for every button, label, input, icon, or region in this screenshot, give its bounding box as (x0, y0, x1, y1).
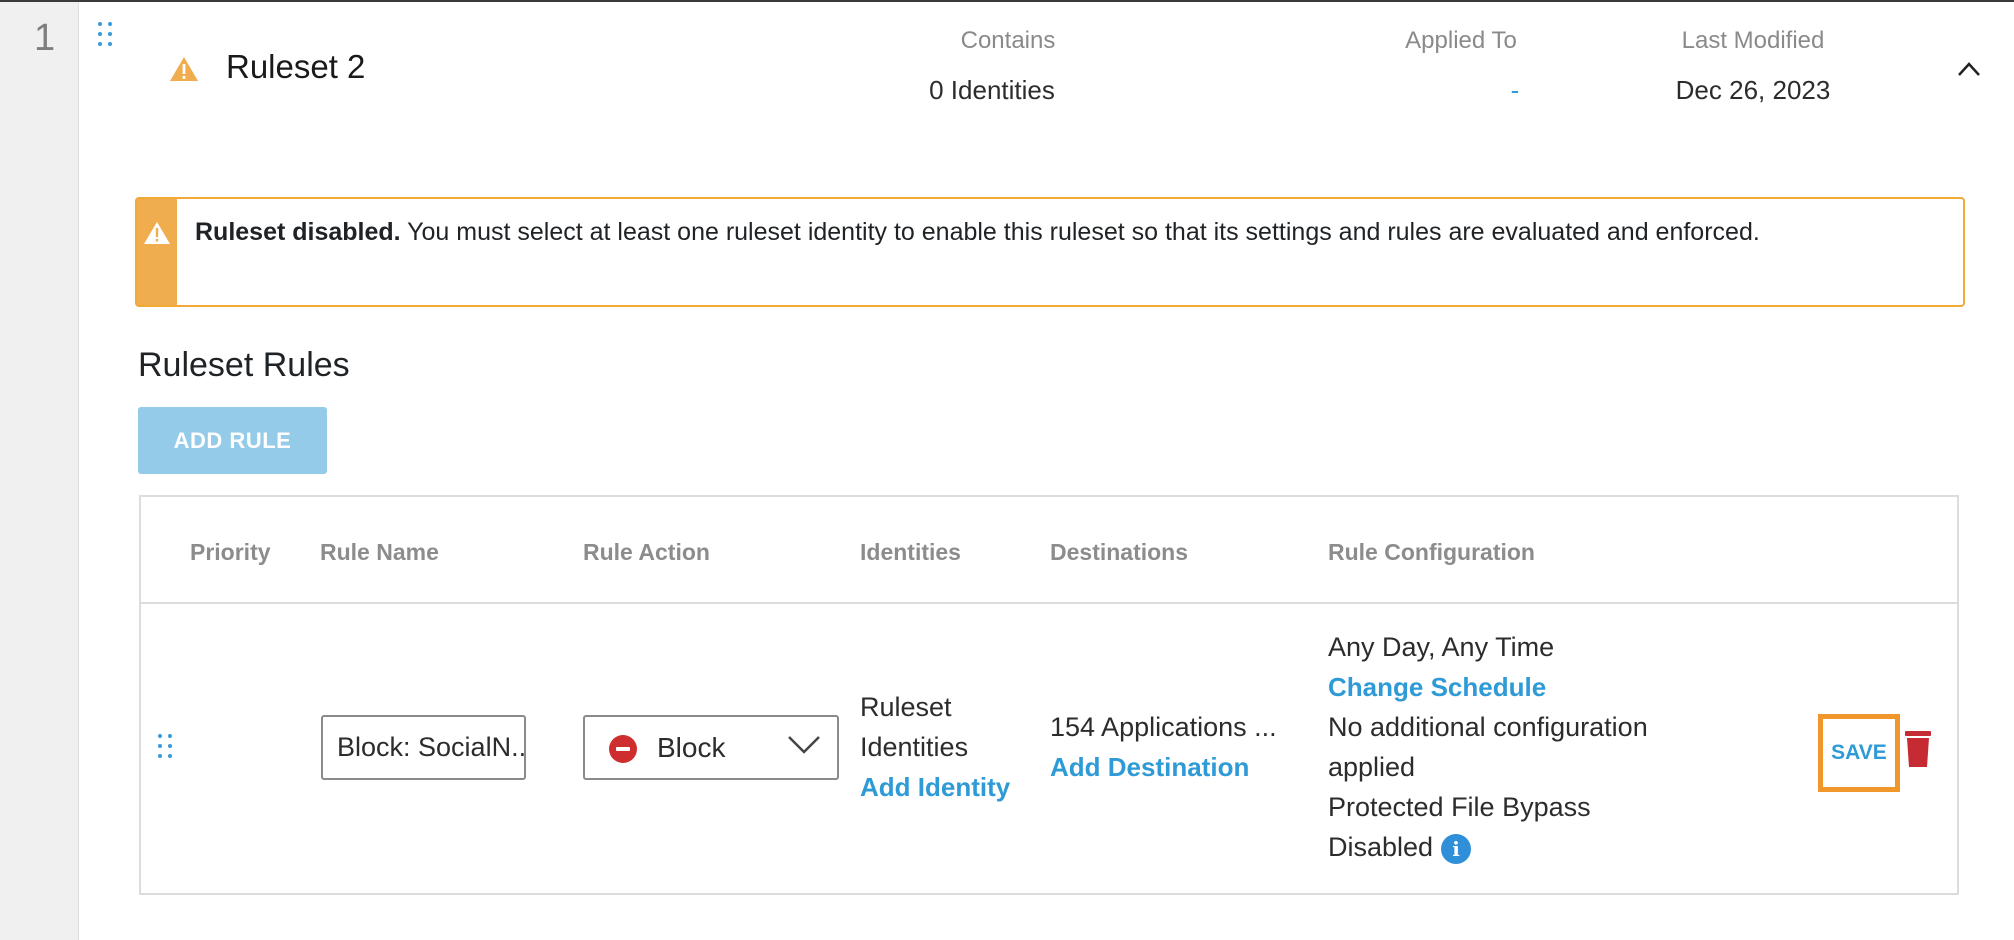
ruleset-index: 1 (34, 17, 56, 59)
last-modified-value: Dec 26, 2023 (1675, 75, 1831, 105)
rule-action-value: Block (657, 732, 726, 763)
identities-line-2: Identities (860, 732, 969, 762)
chevron-up-icon[interactable] (1958, 58, 1980, 80)
left-gutter (0, 2, 79, 940)
warning-icon (170, 57, 198, 81)
alert-message: Ruleset disabled. You must select at lea… (195, 213, 1935, 251)
rule-drag-handle-icon[interactable] (158, 734, 172, 758)
change-schedule-link[interactable]: Change Schedule (1328, 667, 1546, 707)
add-rule-button[interactable]: ADD RULE (138, 407, 327, 474)
trash-icon[interactable] (1900, 727, 1936, 769)
destinations-value[interactable]: 154 Applications ... (1050, 707, 1277, 747)
ruleset-title[interactable]: Ruleset 2 (226, 47, 365, 87)
applied-to-label: Applied To (1405, 27, 1517, 54)
header-divider (141, 602, 1957, 604)
rules-table: Priority Rule Name Rule Action Identitie… (139, 495, 1959, 895)
config-line-1: No additional configuration (1328, 712, 1648, 742)
alert-warning-icon (144, 222, 170, 244)
rule-name-input[interactable]: Block: SocialN... (321, 715, 526, 780)
alert-bold-text: Ruleset disabled. (195, 218, 401, 246)
last-modified-label: Last Modified (1681, 27, 1825, 54)
bypass-line-2: Disabled (1328, 832, 1434, 862)
block-icon (609, 735, 637, 763)
config-line-2: applied (1328, 752, 1416, 782)
bypass-line-1: Protected File Bypass (1328, 792, 1591, 822)
column-header-rule-configuration[interactable]: Rule Configuration (1328, 537, 1535, 567)
ruleset-disabled-alert: Ruleset disabled. You must select at lea… (135, 197, 1965, 307)
ruleset-rules-title: Ruleset Rules (138, 346, 350, 384)
column-header-rule-action[interactable]: Rule Action (583, 537, 710, 567)
save-button[interactable]: SAVE (1818, 714, 1900, 792)
ruleset-drag-handle-icon[interactable] (98, 22, 112, 46)
bypass-line-2-wrapper: Disabled i (1328, 827, 1472, 867)
chevron-down-icon (788, 736, 820, 754)
contains-label: Contains (960, 27, 1056, 54)
contains-value: 0 Identities (929, 75, 1055, 105)
identities-line-1: Ruleset (860, 692, 952, 722)
alert-body-text: You must select at least one ruleset ide… (400, 218, 1760, 246)
top-border (0, 0, 2014, 2)
applied-to-value[interactable]: - (1415, 74, 1615, 106)
column-header-destinations[interactable]: Destinations (1050, 537, 1188, 567)
column-header-identities[interactable]: Identities (860, 537, 961, 567)
alert-strip (137, 199, 177, 305)
schedule-text: Any Day, Any Time (1328, 632, 1555, 662)
add-identity-link[interactable]: Add Identity (860, 767, 1010, 807)
column-header-rule-name[interactable]: Rule Name (320, 537, 439, 567)
column-header-priority[interactable]: Priority (190, 537, 271, 567)
rule-action-select[interactable]: Block (583, 715, 839, 780)
add-destination-link[interactable]: Add Destination (1050, 747, 1249, 787)
info-icon[interactable]: i (1441, 833, 1472, 864)
